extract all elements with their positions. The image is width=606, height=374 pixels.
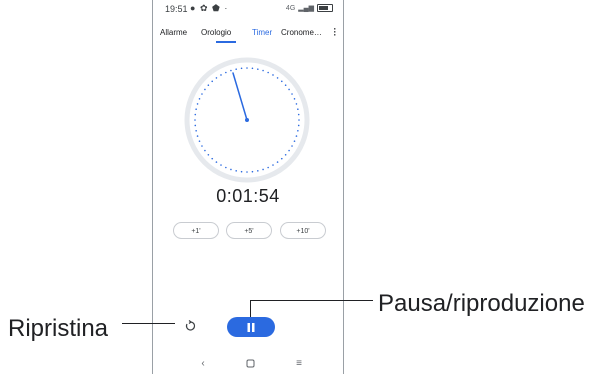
recents-icon[interactable]: ≡ — [292, 358, 306, 370]
dial-tick — [204, 149, 206, 152]
status-bar: 19:51 ● ✿ ⬟ · 4G ▂▄▆ — [153, 0, 343, 20]
callout-play-pause-label: Pausa/riproduzione — [378, 290, 585, 317]
dial-tick — [291, 93, 293, 95]
dial-tick — [211, 157, 214, 160]
dial-tick — [262, 69, 264, 72]
dial-tick — [196, 135, 199, 137]
status-notification-icons: ● ✿ ⬟ · — [190, 3, 228, 14]
dial-tick — [240, 67, 243, 70]
callout-play-pause-drop — [250, 300, 251, 317]
status-right: 4G ▂▄▆ — [286, 4, 333, 12]
dial-tick — [293, 140, 296, 142]
reset-icon[interactable] — [184, 320, 196, 332]
dial-tick — [198, 140, 201, 142]
dial-tick — [198, 98, 201, 100]
play-pause-button[interactable] — [227, 317, 275, 337]
dial-tick — [295, 103, 298, 105]
dial-tick — [215, 161, 218, 163]
add-1-minute-button[interactable]: +1' — [173, 222, 219, 239]
dial-tick — [201, 93, 203, 95]
dial-tick — [267, 166, 269, 169]
dial-tick — [220, 74, 222, 76]
dial-tick — [295, 135, 298, 137]
dial-tick — [276, 77, 279, 79]
timer-dial — [184, 57, 310, 183]
callout-reset-line — [122, 323, 175, 324]
dial-tick — [204, 88, 206, 91]
tab-allarme[interactable]: Allarme — [160, 28, 187, 37]
tab-bar: Allarme Orologio Timer Cronome… — [153, 28, 343, 43]
dial-tick — [195, 108, 197, 110]
dial-tick — [284, 153, 287, 156]
dial-tick — [291, 145, 293, 147]
dial-tick — [195, 130, 197, 132]
shield-icon: ⬟ — [212, 3, 221, 13]
network-type: 4G — [285, 4, 296, 12]
active-tab-indicator — [216, 41, 236, 43]
dial-tick — [262, 168, 264, 171]
dial-tick — [284, 84, 287, 87]
callout-reset-label: Ripristina — [8, 315, 109, 342]
dial-tick — [194, 119, 196, 121]
dial-tick — [288, 88, 290, 91]
dial-tick — [196, 103, 199, 105]
add-10-minutes-button[interactable]: +10' — [280, 222, 326, 239]
dial-tick — [207, 84, 210, 87]
dial-tick — [272, 164, 274, 166]
dial-tick — [251, 67, 254, 70]
dial-tick — [220, 164, 222, 166]
tab-orologio[interactable]: Orologio — [201, 28, 231, 37]
signal-icon: ▂▄▆ — [298, 5, 314, 12]
dial-tick — [225, 166, 227, 169]
dial-tick — [240, 170, 243, 173]
dot-icon: · — [224, 3, 229, 13]
battery-icon — [317, 4, 333, 12]
status-time: 19:51 — [165, 4, 188, 14]
pause-icon — [247, 322, 255, 332]
dial-tick — [276, 161, 279, 163]
dial-tick — [230, 168, 232, 171]
dial-tick — [293, 98, 296, 100]
dial-tick — [298, 119, 300, 121]
phone-screen: 19:51 ● ✿ ⬟ · 4G ▂▄▆ Allarme Orologio Ti… — [152, 0, 344, 374]
dial-tick — [257, 68, 259, 70]
settings-icon: ✿ — [199, 3, 209, 13]
dial-tick — [297, 124, 300, 127]
dial-tick — [297, 113, 300, 116]
dial-tick — [251, 170, 254, 173]
add-5-minutes-button[interactable]: +5' — [226, 222, 272, 239]
dial-tick — [211, 80, 214, 83]
tab-timer[interactable]: Timer — [252, 28, 272, 37]
dial-tick — [225, 71, 227, 74]
dial-tick — [288, 149, 290, 152]
dial-tick — [235, 170, 237, 172]
dial-tick — [201, 145, 203, 147]
dial-tick — [272, 74, 274, 76]
back-icon[interactable]: ‹ — [196, 358, 210, 370]
dial-tick — [297, 108, 299, 110]
dial-tick — [246, 171, 248, 173]
dial-tick — [280, 157, 283, 160]
dial-tick — [194, 113, 197, 116]
dial-tick — [280, 80, 283, 83]
more-options-icon[interactable]: · · · — [333, 25, 337, 40]
dial-tick — [215, 77, 218, 79]
dial-tick — [230, 69, 232, 72]
dial-tick — [235, 68, 237, 70]
tab-cronometro[interactable]: Cronome… — [281, 28, 322, 37]
callout-play-pause-line — [250, 300, 373, 301]
notification-icon: ● — [190, 3, 197, 13]
dial-tick — [297, 130, 299, 132]
timer-readout: 0:01:54 — [216, 186, 280, 206]
dial-center — [245, 118, 249, 122]
dial-tick — [207, 153, 210, 156]
dial-tick — [267, 71, 269, 74]
navigation-bar: ‹ ≡ — [153, 356, 343, 374]
dial-tick — [246, 67, 248, 69]
dial-tick — [257, 170, 259, 172]
home-icon[interactable] — [243, 358, 257, 370]
dial-tick — [194, 124, 197, 127]
